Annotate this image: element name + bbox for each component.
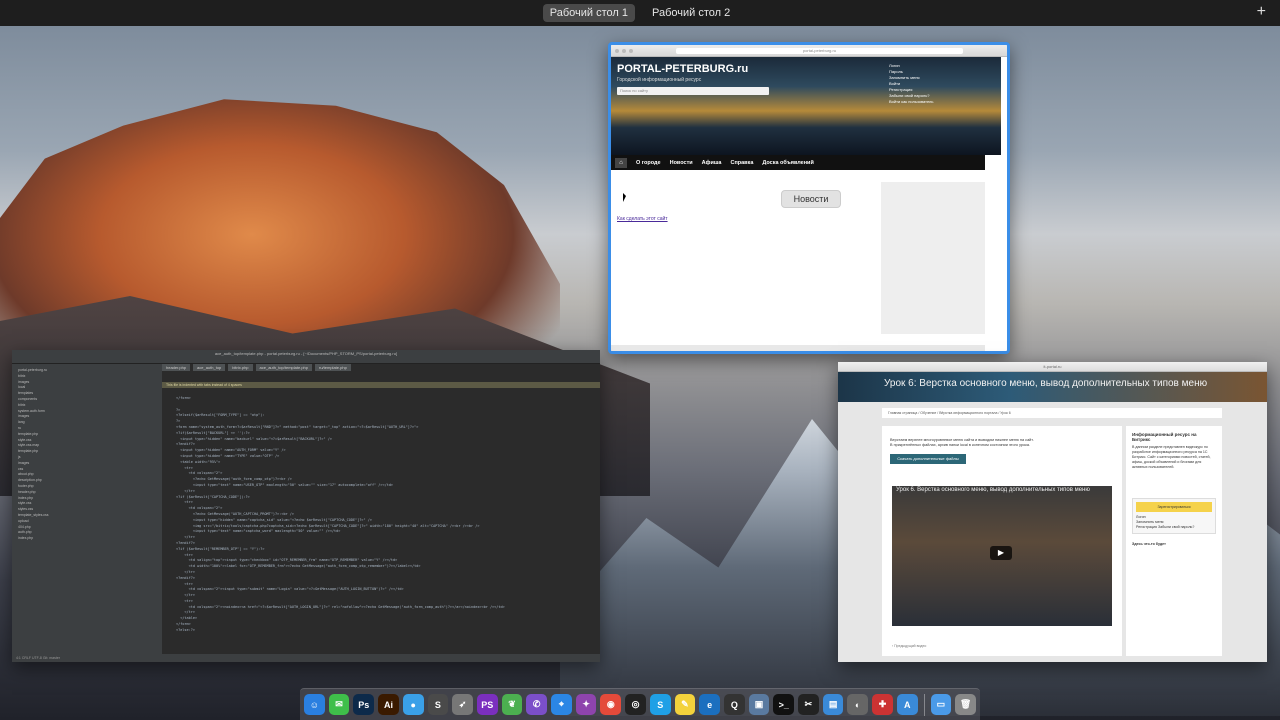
rocket-icon[interactable]: ➶: [452, 694, 473, 715]
trash-icon[interactable]: 🗑: [955, 694, 976, 715]
space-tab-1[interactable]: Рабочий стол 1: [542, 4, 635, 22]
ide-tab[interactable]: ace_auth_top/template.php: [255, 364, 312, 371]
sidebar-heading: Информационный ресурс на Битрикс: [1132, 432, 1197, 442]
minimize-icon[interactable]: [622, 48, 626, 53]
portal-login-box: Логин Пароль Запомнить меня Войти Регист…: [889, 63, 955, 105]
lesson-address-bar[interactable]: it-portal.ru: [838, 362, 1267, 372]
photoshop-icon[interactable]: Ps: [353, 694, 375, 715]
ide-tab[interactable]: ru/template.php: [315, 364, 351, 371]
news-button[interactable]: Новости: [781, 190, 841, 208]
illustrator-icon[interactable]: Ai: [378, 694, 399, 715]
nav-item[interactable]: О городе: [636, 160, 661, 166]
add-space-icon[interactable]: +: [1257, 3, 1266, 21]
project-tree[interactable]: portal-peterburg.ru bitrix images local temp…: [12, 364, 162, 654]
dock-separator: [923, 693, 925, 716]
how-made-link[interactable]: Как сделать этот сайт: [617, 216, 668, 222]
lesson-title: Урок 6: Верстка основного меню, вывод до…: [884, 378, 1208, 389]
viber-icon[interactable]: ✆: [526, 694, 548, 715]
notes-icon[interactable]: ✎: [674, 694, 696, 715]
mission-control-bar: Рабочий стол 1 Рабочий стол 2 +: [0, 0, 1280, 26]
obs-icon[interactable]: ◎: [625, 694, 646, 715]
mouse-cursor-icon: [623, 193, 626, 202]
ide-title: ace_auth_top/template.php - portal.peter…: [12, 350, 600, 358]
login-form: Зарегистрироваться Логин Запомнить меня …: [1132, 498, 1216, 534]
compass-icon[interactable]: ✦: [575, 694, 597, 715]
portal-nav: ⌂ О городе Новости Афиша Справка Доска о…: [611, 155, 985, 170]
lesson-browser-window[interactable]: it-portal.ru Урок 6: Верстка основного м…: [838, 362, 1267, 662]
lesson-main: Верстаем верхнее многоуровневое меню сай…: [882, 426, 1122, 656]
portal-browser-window[interactable]: portal-peterburg.ru PORTAL-PETERBURG.ru …: [608, 42, 1010, 354]
quicktime-icon[interactable]: Q: [723, 694, 745, 715]
nav-item[interactable]: Справка: [730, 160, 753, 166]
video-player[interactable]: Урок 6. Верстка основного меню, вывод до…: [892, 486, 1112, 626]
nav-item[interactable]: Доска объявлений: [762, 160, 813, 166]
ide-tab[interactable]: ace_auth_top: [193, 364, 226, 371]
preview-icon[interactable]: ▣: [748, 694, 770, 715]
tools-icon[interactable]: ✚: [872, 694, 893, 715]
login-line[interactable]: Войти как пользователь: [889, 99, 955, 105]
finder-icon[interactable]: ☺: [304, 694, 325, 715]
safari-icon[interactable]: ⌖: [551, 694, 572, 715]
sidebar-text: В данном разделе представлен видеокурс п…: [1132, 445, 1211, 469]
dashboard-icon[interactable]: ◐: [847, 694, 869, 715]
phpstorm-icon[interactable]: PS: [476, 694, 498, 715]
browser-toolbar: portal-peterburg.ru: [611, 45, 1007, 57]
portal-content: Новости Как сделать этот сайт: [611, 170, 985, 345]
nav-item[interactable]: Афиша: [702, 160, 722, 166]
indent-warning: This file is indented with tabs instead …: [162, 382, 600, 388]
sidebar-footer: Здесь что-то будет: [1132, 542, 1166, 546]
download-files-button[interactable]: Скачать дополнительные файлы: [890, 454, 966, 464]
skype-icon[interactable]: S: [649, 694, 671, 715]
portal-sidebar: [881, 182, 985, 334]
breadcrumb[interactable]: Главная страница / Обучение / Вёрстка ин…: [882, 408, 1222, 418]
dock: ☺ ✉ Ps Ai ● S ➶ PS ❦ ✆ ⌖ ✦ ◉ ◎ S ✎ e Q ▣ >_ ✂ ▤ ◐ ✚ A ▭ 🗑: [300, 688, 980, 720]
register-button[interactable]: Зарегистрироваться: [1136, 502, 1212, 512]
lesson-header: Урок 6: Верстка основного меню, вывод до…: [838, 372, 1267, 402]
space-tab-2[interactable]: Рабочий стол 2: [645, 4, 737, 22]
code-editor[interactable]: </form> ?> <?elseif($arResult["FORM_TYPE…: [162, 390, 600, 652]
ide-tab[interactable]: bitrix.php: [228, 364, 253, 371]
phpstorm-window[interactable]: ace_auth_top/template.php - portal.peter…: [12, 350, 600, 662]
portal-logo[interactable]: PORTAL-PETERBURG.ru: [617, 63, 748, 75]
ide-tab[interactable]: header.php: [162, 364, 191, 371]
prev-video-link[interactable]: ‹ Предыдущий видео: [892, 644, 926, 649]
app-store-icon[interactable]: A: [896, 694, 918, 715]
lesson-intro: В прикреплённых файлах, архив папки loca…: [890, 443, 1031, 447]
close-icon[interactable]: [615, 48, 619, 53]
messages-icon[interactable]: ✉: [328, 694, 350, 715]
portal-header: PORTAL-PETERBURG.ru Городской информацио…: [611, 57, 1001, 155]
tree-item[interactable]: index.php: [18, 536, 156, 542]
address-bar[interactable]: portal-peterburg.ru: [676, 47, 963, 54]
home-icon[interactable]: ⌂: [615, 157, 627, 168]
chrome-icon[interactable]: ◉: [600, 694, 622, 715]
ide-tabs: header.php ace_auth_top bitrix.php ace_a…: [162, 364, 351, 371]
lesson-sidebar: Информационный ресурс на Битрикс В данно…: [1126, 426, 1222, 656]
video-title: Урок 6. Верстка основного меню, вывод до…: [896, 487, 1090, 493]
nav-item[interactable]: Новости: [670, 160, 693, 166]
sublime-icon[interactable]: S: [427, 694, 449, 715]
form-links[interactable]: Регистрация Забыли свой пароль?: [1136, 525, 1212, 530]
terminal-icon[interactable]: >_: [773, 694, 795, 715]
edge-icon[interactable]: e: [699, 694, 720, 715]
zoom-icon[interactable]: [629, 48, 633, 53]
folder-icon[interactable]: ▭: [930, 694, 952, 715]
portal-footer: [611, 345, 985, 351]
leaf-icon[interactable]: ❦: [501, 694, 523, 715]
portal-search-input[interactable]: Поиск по сайту: [617, 87, 769, 95]
play-icon[interactable]: ▶: [990, 546, 1012, 560]
portal-subtitle: Городской информационный ресурс: [617, 77, 702, 83]
messenger-icon[interactable]: ●: [402, 694, 424, 715]
screen-icon[interactable]: ▤: [822, 694, 844, 715]
ide-status-bar: 4:1 CRLF UTF-8 Git: master: [12, 654, 600, 662]
fcp-icon[interactable]: ✂: [798, 694, 819, 715]
